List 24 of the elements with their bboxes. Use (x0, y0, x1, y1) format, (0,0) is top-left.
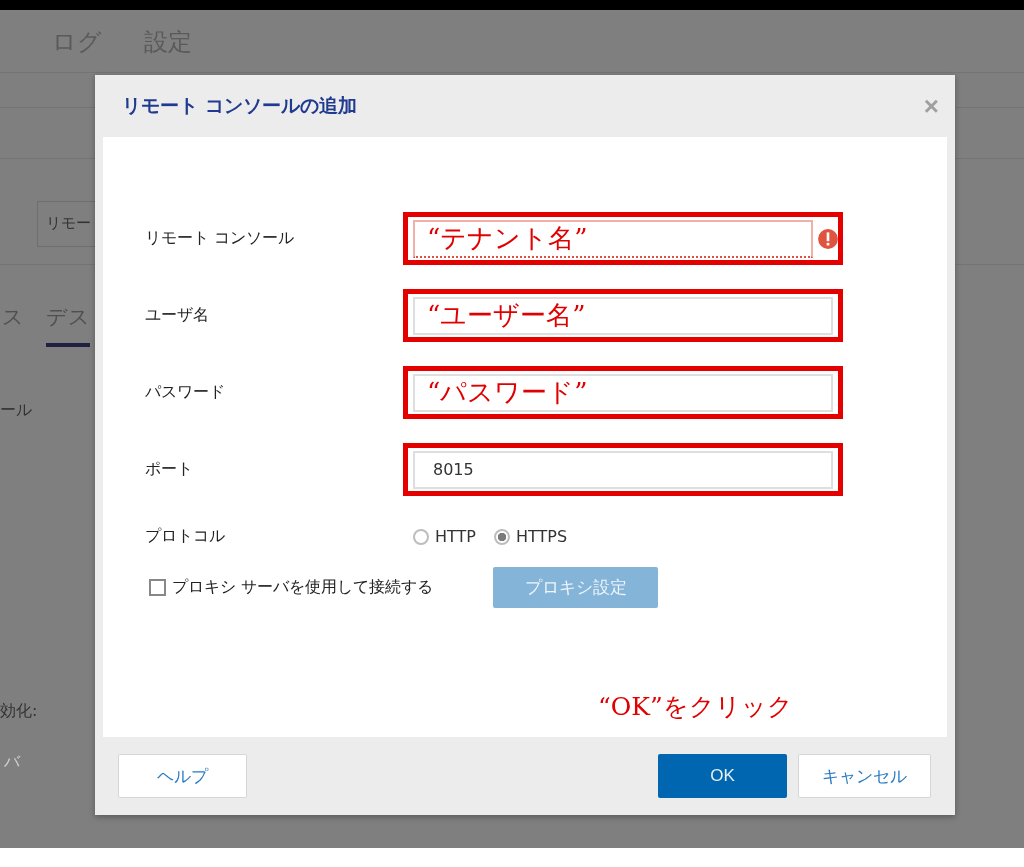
radio-button[interactable] (493, 528, 510, 545)
cancel-button[interactable]: キャンセル (798, 754, 931, 798)
checkbox-label[interactable]: プロキシ サーバを使用して接続する (172, 577, 434, 598)
dialog-title: リモート コンソールの追加 (122, 93, 357, 118)
field-label: ール (0, 400, 32, 421)
field-label: 効化: (0, 701, 38, 722)
field-label: プロトコル (145, 526, 226, 547)
ok-button[interactable]: OK (658, 754, 787, 798)
radio-label[interactable]: HTTPS (515, 527, 568, 546)
input-field[interactable]: “パスワード” (413, 373, 833, 412)
radio-button[interactable] (413, 528, 429, 545)
checkbox[interactable] (149, 579, 166, 596)
field-label: ポート (145, 459, 194, 480)
field-label: ユーザ名 (145, 305, 210, 326)
input-field[interactable]: 8015 (413, 450, 833, 489)
error-icon (817, 227, 839, 250)
field-label: リモート コンソール (145, 228, 296, 249)
input-field[interactable]: “テナント名” (413, 219, 813, 258)
radio-label[interactable]: HTTP (435, 527, 476, 546)
input-field[interactable]: “ユーザー名” (413, 296, 833, 335)
field-label: パスワード (145, 382, 226, 403)
help-button[interactable]: ヘルプ (118, 754, 247, 798)
annotation-text: “OK”をクリック (598, 692, 793, 721)
field-label: バ (4, 752, 20, 773)
